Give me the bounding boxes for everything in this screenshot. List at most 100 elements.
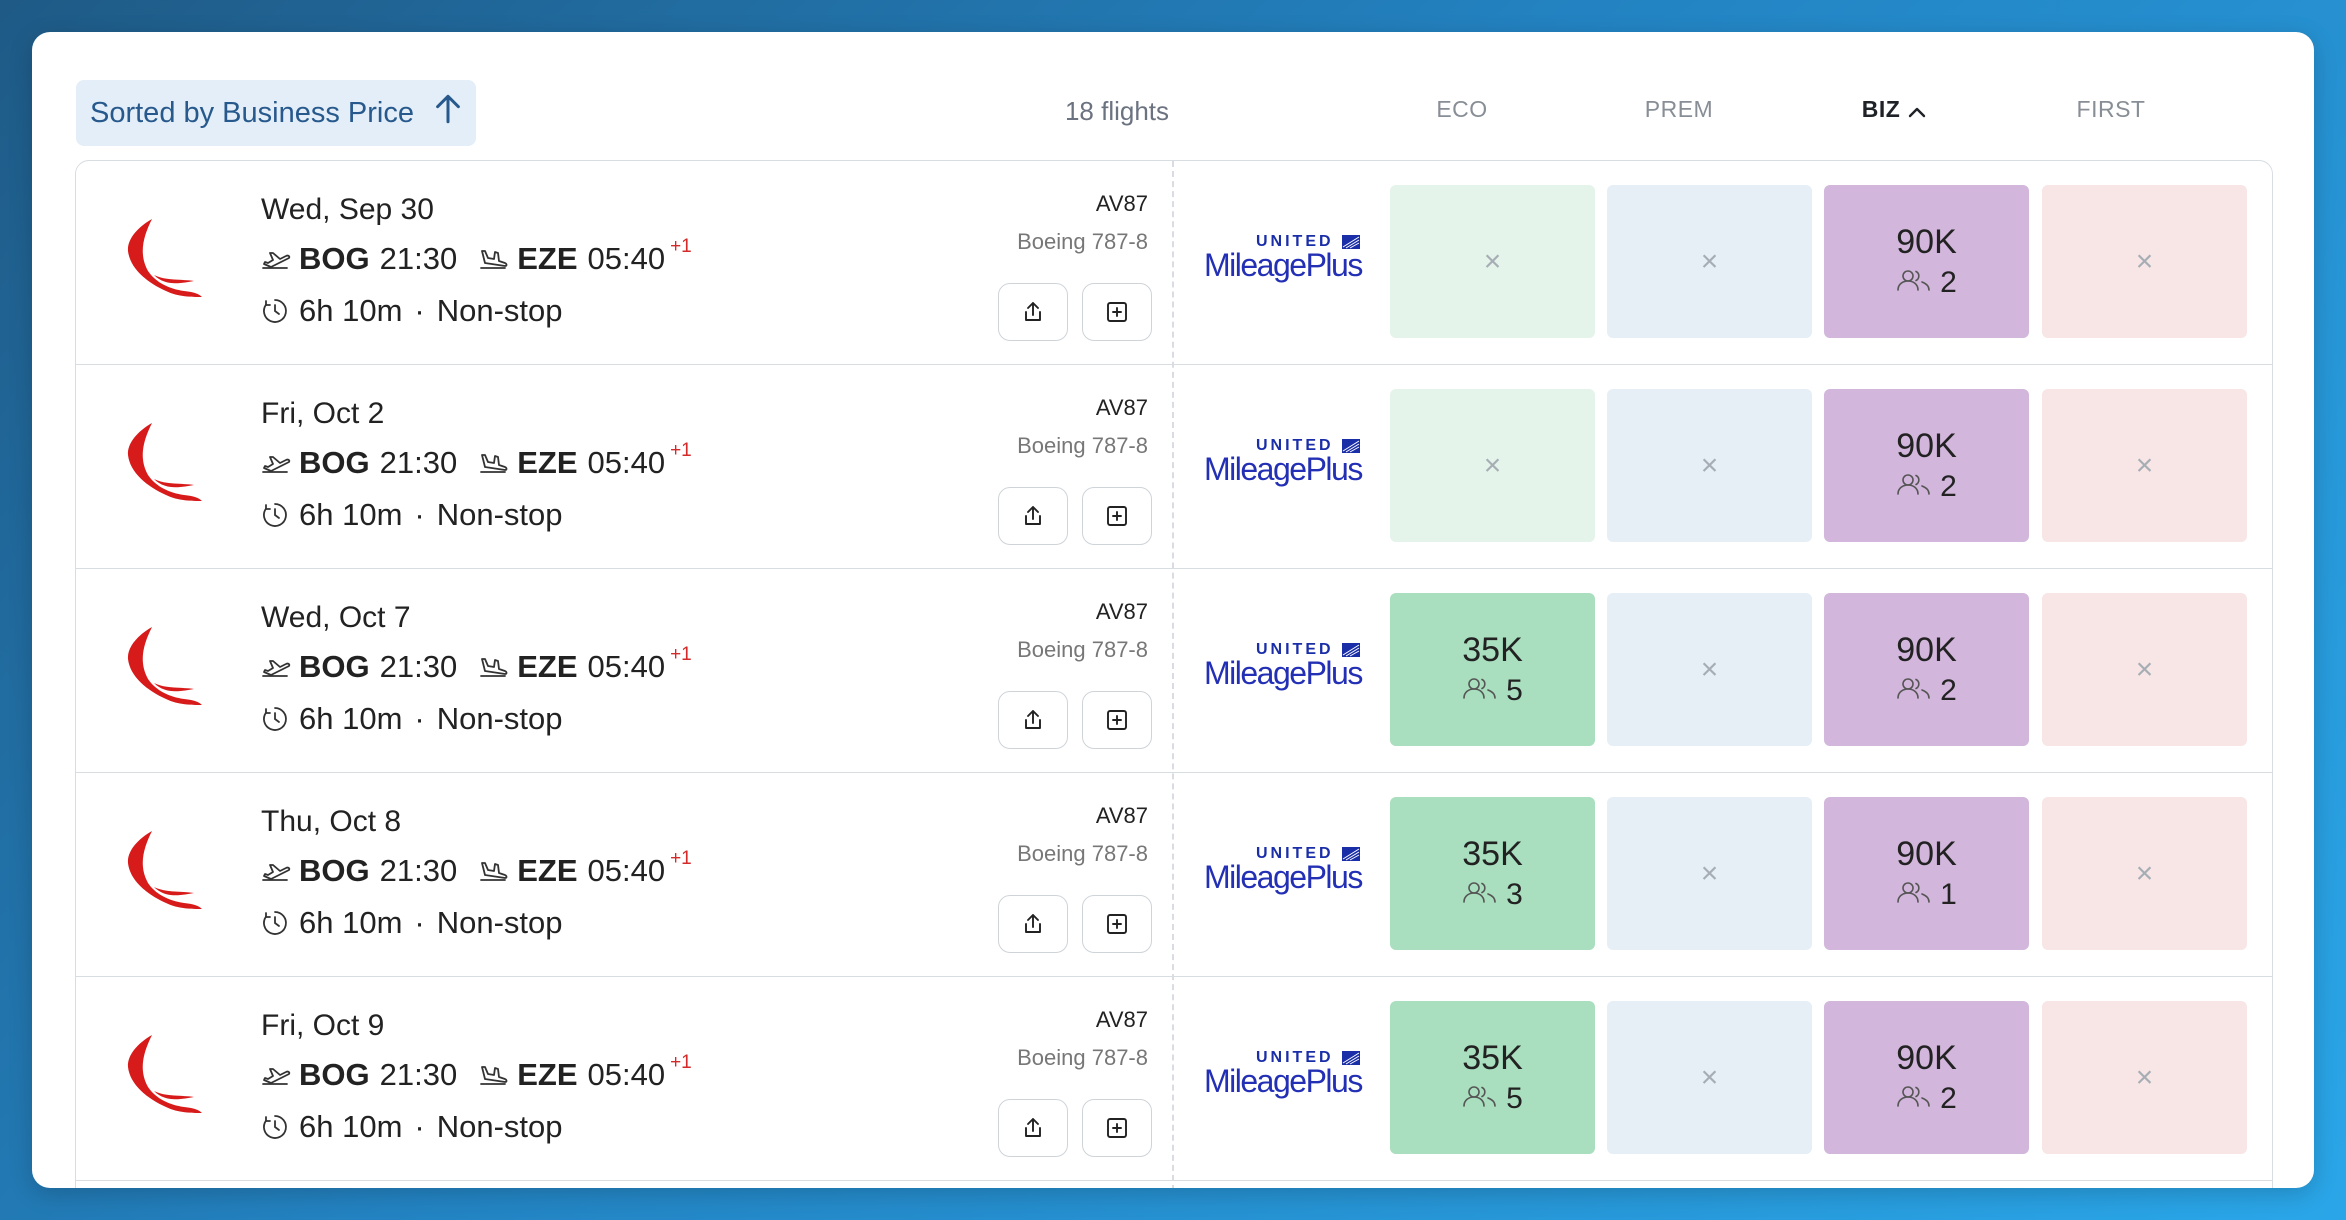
- eco-cell[interactable]: ×: [1390, 389, 1595, 542]
- plus-square-icon: [1107, 506, 1127, 526]
- share-icon: [1025, 914, 1041, 933]
- add-button[interactable]: [1082, 691, 1152, 749]
- points-value: 35K: [1462, 1038, 1523, 1077]
- prem-cell[interactable]: ×: [1607, 797, 1812, 950]
- share-button[interactable]: [998, 283, 1068, 341]
- origin-code: BOG: [299, 853, 370, 888]
- takeoff-icon: [262, 456, 291, 473]
- biz-cell[interactable]: 90K 2: [1824, 389, 2029, 542]
- points-value: 90K: [1896, 222, 1957, 261]
- arrival-time: 05:40: [587, 649, 666, 684]
- flight-row[interactable]: Wed, Oct 7 BOG 21:30 EZE 05:40 +1 6h 10m…: [76, 569, 2272, 773]
- results-panel: Sorted by Business Price 18 flights ECO …: [32, 32, 2314, 1188]
- share-button[interactable]: [998, 895, 1068, 953]
- seats-available: 2: [1896, 470, 1957, 504]
- flight-row[interactable]: Fri, Oct 9 BOG 21:30 EZE 05:40 +1 6h 10m…: [76, 977, 2272, 1181]
- share-button[interactable]: [998, 1099, 1068, 1157]
- eco-cell[interactable]: 35K 5: [1390, 593, 1595, 746]
- clock-icon: [263, 299, 287, 323]
- first-cell[interactable]: ×: [2042, 797, 2247, 950]
- duration-line: 6h 10m · Non-stop: [261, 701, 563, 737]
- seat-count: 5: [1506, 1082, 1523, 1116]
- column-header-prem[interactable]: PREM: [1574, 96, 1784, 123]
- points-value: 35K: [1462, 834, 1523, 873]
- destination-code: EZE: [517, 241, 578, 276]
- close-icon: ×: [2135, 244, 2154, 278]
- eco-cell[interactable]: 35K 3: [1390, 797, 1595, 950]
- first-cell[interactable]: ×: [2042, 185, 2247, 338]
- column-header-eco[interactable]: ECO: [1357, 96, 1567, 123]
- clock-icon: [263, 707, 287, 731]
- program-brand-main: MileagePlus: [1204, 859, 1363, 895]
- program-brand-main: MileagePlus: [1204, 247, 1363, 283]
- add-button[interactable]: [1082, 487, 1152, 545]
- column-header-biz[interactable]: BIZ: [1789, 96, 1999, 124]
- users-icon: [1896, 1082, 1932, 1116]
- biz-cell[interactable]: 90K 1: [1824, 797, 2029, 950]
- eco-cell[interactable]: 35K 5: [1390, 1001, 1595, 1154]
- flight-number: AV87: [1095, 803, 1148, 828]
- users-icon: [1896, 878, 1932, 912]
- share-icon: [1025, 302, 1041, 321]
- add-button[interactable]: [1082, 1099, 1152, 1157]
- landing-icon: [480, 250, 508, 269]
- origin-code: BOG: [299, 649, 370, 684]
- program-brand-main: MileagePlus: [1204, 1063, 1363, 1099]
- flight-number: AV87: [1095, 191, 1148, 216]
- seats-available: 2: [1896, 266, 1957, 300]
- clock-icon: [263, 1115, 287, 1139]
- departure-time: 21:30: [379, 649, 458, 684]
- aircraft-type: Boeing 787-8: [1017, 841, 1148, 866]
- program-logo: UNITED MileagePlus: [1204, 233, 1366, 291]
- first-cell[interactable]: ×: [2042, 593, 2247, 746]
- duration-line: 6h 10m · Non-stop: [261, 497, 563, 533]
- share-icon: [1025, 1118, 1041, 1137]
- add-button[interactable]: [1082, 895, 1152, 953]
- flight-number: AV87: [1095, 1007, 1148, 1032]
- users-icon: [1462, 674, 1498, 708]
- takeoff-icon: [262, 252, 291, 269]
- landing-icon: [480, 1066, 508, 1085]
- sort-button[interactable]: Sorted by Business Price: [76, 80, 476, 146]
- column-header-first[interactable]: FIRST: [2006, 96, 2216, 123]
- route-line: BOG 21:30 EZE 05:40 +1: [261, 848, 692, 889]
- clock-icon: [263, 503, 287, 527]
- airline-logo-icon: [127, 831, 202, 909]
- flight-row[interactable]: Thu, Oct 8 BOG 21:30 EZE 05:40 +1 6h 10m…: [76, 773, 2272, 977]
- points-value: 90K: [1896, 834, 1957, 873]
- day-offset: +1: [670, 440, 692, 461]
- first-cell[interactable]: ×: [2042, 1001, 2247, 1154]
- flight-row[interactable]: Fri, Oct 2 BOG 21:30 EZE 05:40 +1 6h 10m…: [76, 365, 2272, 569]
- stops: Non-stop: [436, 905, 563, 940]
- arrival-time: 05:40: [587, 445, 666, 480]
- biz-cell[interactable]: 90K 2: [1824, 1001, 2029, 1154]
- departure-time: 21:30: [379, 445, 458, 480]
- eco-cell[interactable]: ×: [1390, 185, 1595, 338]
- aircraft-type: Boeing 787-8: [1017, 637, 1148, 662]
- arrow-up-icon: [434, 94, 462, 132]
- users-icon: [1896, 266, 1932, 300]
- biz-cell[interactable]: 90K 2: [1824, 593, 2029, 746]
- arrival-time: 05:40: [587, 241, 666, 276]
- share-button[interactable]: [998, 487, 1068, 545]
- day-offset: +1: [670, 644, 692, 665]
- prem-cell[interactable]: ×: [1607, 389, 1812, 542]
- seats-available: 2: [1896, 1082, 1957, 1116]
- prem-cell[interactable]: ×: [1607, 593, 1812, 746]
- close-icon: ×: [1483, 448, 1502, 482]
- share-button[interactable]: [998, 691, 1068, 749]
- seats-available: 1: [1896, 878, 1957, 912]
- biz-cell[interactable]: 90K 2: [1824, 185, 2029, 338]
- close-icon: ×: [2135, 652, 2154, 686]
- prem-cell[interactable]: ×: [1607, 1001, 1812, 1154]
- airline-logo-icon: [127, 423, 202, 501]
- add-button[interactable]: [1082, 283, 1152, 341]
- flight-row[interactable]: Wed, Sep 30 BOG 21:30 EZE 05:40 +1 6h 10…: [76, 161, 2272, 365]
- takeoff-icon: [262, 864, 291, 881]
- prem-cell[interactable]: ×: [1607, 185, 1812, 338]
- destination-code: EZE: [517, 1057, 578, 1092]
- duration-line: 6h 10m · Non-stop: [261, 1109, 563, 1145]
- first-cell[interactable]: ×: [2042, 389, 2247, 542]
- chevron-up-icon: [1908, 97, 1926, 124]
- program-logo: UNITED MileagePlus: [1204, 845, 1366, 903]
